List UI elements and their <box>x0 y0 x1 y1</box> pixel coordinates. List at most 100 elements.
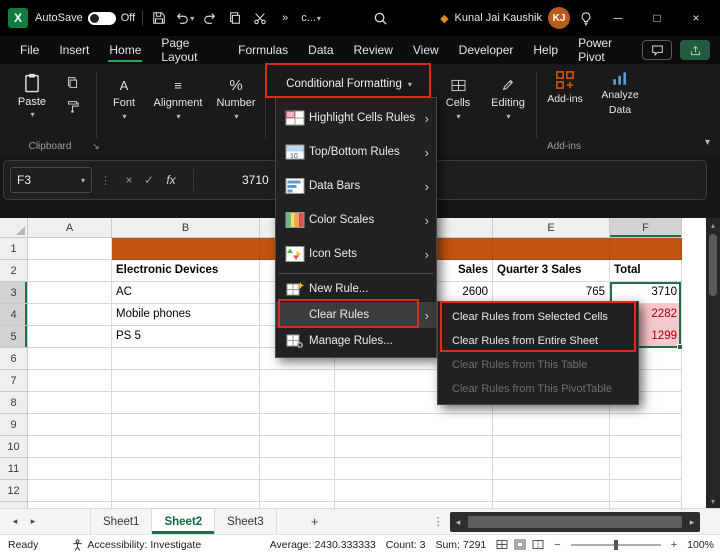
row-header-5[interactable]: 5 <box>0 326 28 348</box>
qat-overflow-button[interactable]: » <box>276 7 294 29</box>
cell-A10[interactable] <box>28 436 112 458</box>
paste-button[interactable]: Paste ▾ <box>8 68 56 130</box>
col-header-F[interactable]: F <box>610 218 682 238</box>
cell-B3[interactable]: AC <box>112 282 260 304</box>
account-button[interactable]: ◆ Kunal Jai Kaushik KJ <box>440 7 570 29</box>
maximize-button[interactable]: □ <box>641 4 673 32</box>
cell-D9[interactable] <box>335 414 493 436</box>
cell-D12[interactable] <box>335 480 493 502</box>
horizontal-scrollbar[interactable]: ◂ ▸ <box>450 512 700 532</box>
tab-home[interactable]: Home <box>99 36 151 64</box>
cell-C7[interactable] <box>260 370 335 392</box>
tab-insert[interactable]: Insert <box>49 36 99 64</box>
tab-review[interactable]: Review <box>344 36 403 64</box>
add-ins-button[interactable]: Add-ins <box>542 70 588 105</box>
cell-F11[interactable] <box>610 458 682 480</box>
cf-menu-item-clear-rules[interactable]: Clear Rules › <box>276 302 436 328</box>
cancel-button[interactable]: × <box>119 173 139 187</box>
vertical-scrollbar[interactable]: ▴ ▾ <box>706 218 720 508</box>
page-break-view-icon[interactable] <box>532 539 544 550</box>
comments-button[interactable] <box>642 40 672 60</box>
analyze-data-button[interactable]: Analyze Data <box>594 70 646 116</box>
cells-group-button[interactable]: Cells ▾ <box>436 76 480 121</box>
editing-group-button[interactable]: Editing ▾ <box>484 76 532 121</box>
cell-A3[interactable] <box>28 282 112 304</box>
cell-C11[interactable] <box>260 458 335 480</box>
cell-A6[interactable] <box>28 348 112 370</box>
copy-button[interactable] <box>226 7 244 29</box>
cell-C10[interactable] <box>260 436 335 458</box>
cell-B4[interactable]: Mobile phones <box>112 304 260 326</box>
tab-help[interactable]: Help <box>523 36 568 64</box>
cell-B2[interactable]: Electronic Devices <box>112 260 260 282</box>
cell-F2[interactable]: Total <box>610 260 682 282</box>
tab-scroll-right-button[interactable]: ▸ <box>24 516 42 527</box>
excel-logo-icon[interactable]: X <box>8 8 28 28</box>
tab-data[interactable]: Data <box>298 36 343 64</box>
normal-view-icon[interactable] <box>496 539 508 550</box>
undo-button[interactable]: ▾ <box>175 7 194 29</box>
format-painter-button[interactable] <box>62 96 82 116</box>
cell-F12[interactable] <box>610 480 682 502</box>
row-header-1[interactable]: 1 <box>0 238 28 260</box>
row-header-2[interactable]: 2 <box>0 260 28 282</box>
tab-page-layout[interactable]: Page Layout <box>151 36 228 64</box>
cell-F1[interactable] <box>610 238 682 260</box>
cell-C9[interactable] <box>260 414 335 436</box>
formula-bar-grip[interactable]: ⋮ <box>100 174 111 187</box>
row-header-4[interactable]: 4 <box>0 304 28 326</box>
cell-A12[interactable] <box>28 480 112 502</box>
cell-E11[interactable] <box>493 458 610 480</box>
zoom-slider[interactable] <box>571 544 661 546</box>
zoom-slider-knob[interactable] <box>614 540 618 550</box>
scroll-up-button[interactable]: ▴ <box>711 218 715 232</box>
cell-B7[interactable] <box>112 370 260 392</box>
tab-formulas[interactable]: Formulas <box>228 36 298 64</box>
accessibility-status[interactable]: Accessibility: Investigate <box>72 539 201 551</box>
zoom-level[interactable]: 100% <box>687 539 714 551</box>
cell-B5[interactable]: PS 5 <box>112 326 260 348</box>
tab-developer[interactable]: Developer <box>449 36 524 64</box>
cell-A8[interactable] <box>28 392 112 414</box>
cf-menu-item-manage-rules[interactable]: Manage Rules... <box>276 328 436 354</box>
cell-B8[interactable] <box>112 392 260 414</box>
cf-menu-item-icon-sets[interactable]: Icon Sets › <box>276 237 436 271</box>
clipboard-dialog-launcher[interactable]: ↘ <box>92 141 100 152</box>
qat-customize-button[interactable]: c... ▾ <box>301 7 321 29</box>
cell-D11[interactable] <box>335 458 493 480</box>
cell-A4[interactable] <box>28 304 112 326</box>
minimize-button[interactable]: ─ <box>602 4 634 32</box>
cut-button[interactable] <box>251 7 269 29</box>
cell-B11[interactable] <box>112 458 260 480</box>
submenu-item-clear-rules-selected-cells[interactable]: Clear Rules from Selected Cells <box>438 305 638 329</box>
ideas-button[interactable] <box>577 7 595 29</box>
autosave-toggle[interactable] <box>88 12 116 25</box>
tab-sheet3[interactable]: Sheet3 <box>215 509 276 534</box>
close-button[interactable]: × <box>680 4 712 32</box>
enter-button[interactable]: ✓ <box>139 173 159 187</box>
fill-handle[interactable] <box>677 344 683 350</box>
cell-E1[interactable] <box>493 238 610 260</box>
row-header-11[interactable]: 11 <box>0 458 28 480</box>
cf-menu-item-new-rule[interactable]: New Rule... <box>276 276 436 302</box>
tab-sheet1[interactable]: Sheet1 <box>90 509 152 534</box>
col-header-E[interactable]: E <box>493 218 610 238</box>
cell-A11[interactable] <box>28 458 112 480</box>
cell-B1[interactable] <box>112 238 260 260</box>
submenu-item-clear-rules-entire-sheet[interactable]: Clear Rules from Entire Sheet <box>438 329 638 353</box>
number-group-button[interactable]: % Number ▾ <box>210 76 262 121</box>
tab-view[interactable]: View <box>403 36 449 64</box>
share-button[interactable] <box>680 40 710 60</box>
cell-C12[interactable] <box>260 480 335 502</box>
tab-file[interactable]: File <box>10 36 49 64</box>
formula-input[interactable]: 3710 <box>242 173 269 187</box>
tab-splitter-handle[interactable]: ⋮ <box>433 515 444 528</box>
cell-A7[interactable] <box>28 370 112 392</box>
cell-E2[interactable]: Quarter 3 Sales <box>493 260 610 282</box>
cell-B9[interactable] <box>112 414 260 436</box>
tab-scroll-left-button[interactable]: ◂ <box>6 516 24 527</box>
select-all-button[interactable] <box>0 218 28 238</box>
col-header-B[interactable]: B <box>112 218 260 238</box>
copy-small-button[interactable] <box>62 72 82 92</box>
cell-A5[interactable] <box>28 326 112 348</box>
